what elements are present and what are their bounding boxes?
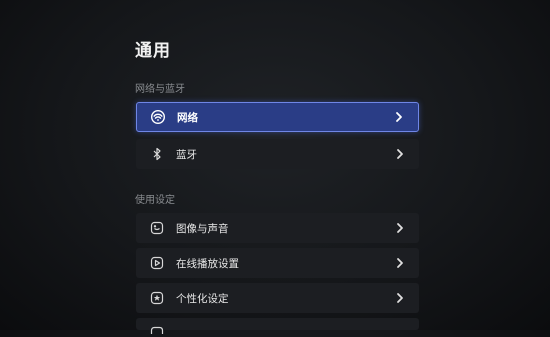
settings-item-label: 在线播放设置 [176, 257, 239, 270]
chevron-right-icon [393, 111, 405, 123]
settings-item-label: 个性化设定 [176, 292, 229, 305]
settings-item-picture-sound[interactable]: 图像与声音 [136, 213, 419, 243]
section-network-bluetooth: 网络与蓝牙 [135, 84, 185, 95]
settings-item-partial[interactable] [136, 318, 419, 334]
picture-sound-icon [149, 220, 165, 236]
settings-page: 通用 网络与蓝牙 网络 蓝牙 使用设定 图像与声音 在线播放设置 个性化设定 [0, 0, 550, 334]
chevron-right-icon [394, 257, 406, 269]
chevron-right-icon [394, 148, 406, 160]
page-title: 通用 [135, 41, 171, 61]
settings-item-network[interactable]: 网络 [136, 102, 419, 132]
star-icon [149, 290, 165, 306]
settings-item-label: 网络 [177, 111, 198, 124]
chevron-right-icon [394, 222, 406, 234]
settings-item-icon [149, 321, 165, 337]
settings-item-online-playback[interactable]: 在线播放设置 [136, 248, 419, 278]
bluetooth-icon [149, 146, 165, 162]
settings-item-label: 蓝牙 [176, 148, 197, 161]
section-usage-settings: 使用设定 [135, 195, 175, 206]
chevron-right-icon [394, 292, 406, 304]
settings-item-personalization[interactable]: 个性化设定 [136, 283, 419, 313]
settings-item-bluetooth[interactable]: 蓝牙 [136, 139, 419, 169]
wifi-icon [150, 109, 166, 125]
settings-item-label: 图像与声音 [176, 222, 229, 235]
play-icon [149, 255, 165, 271]
